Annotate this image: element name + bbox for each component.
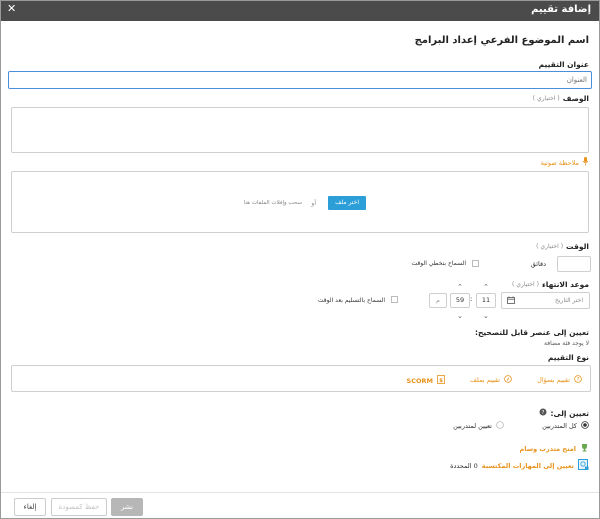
drag-drop-label: سحب وإفلات الملفات هنا [243,200,302,206]
title-label: عنوان التقييم [538,60,589,69]
assign-skills-link[interactable]: تعيين إلى المهارات المكتسبة [482,462,574,470]
scorm-package-icon: $ [437,375,445,386]
hour-down-icon[interactable]: ⌄ [483,312,489,320]
title-input[interactable] [8,71,592,89]
specific-trainees-label: تعيين لمتدربين [453,422,492,430]
date-input[interactable]: اختر التاريخ [501,292,590,309]
assessment-type-label: نوع التقييم [547,353,589,362]
or-label: أو [311,200,316,207]
deadline-optional: ( اختياري ) [512,281,539,288]
svg-text:$: $ [439,378,443,384]
cancel-button[interactable]: إلغاء [14,498,46,516]
specific-trainees-option[interactable]: تعيين لمتدربين [453,421,504,431]
trophy-icon [580,443,589,454]
radio-selected-icon [581,421,589,431]
assign-to-row: تعيين إلى: ? [539,408,589,418]
voice-note-link[interactable]: ملاحظة صوتية [541,157,589,168]
dialog-titlebar: إضافة تقييم ✕ [1,1,599,21]
paperclip-icon [504,375,512,385]
minute-input[interactable]: 59 [450,293,470,308]
allow-submit-after-time-label: السماح بالتسليم بعد الوقت [317,297,385,304]
publish-button[interactable]: نشر [111,498,143,516]
help-icon[interactable]: ? [539,408,547,418]
description-label-row: الوصف ( اختياري ) [533,94,589,103]
time-label-row: الوقت ( اختياري ) [536,242,589,251]
save-draft-button[interactable]: حفظ كمسودة [51,498,107,516]
radio-unselected-icon [496,421,504,431]
svg-text:?: ? [577,377,580,383]
dialog-title: إضافة تقييم [531,4,591,15]
assign-to-label: تعيين إلى: [550,408,589,418]
time-optional: ( اختياري ) [536,243,564,250]
minutes-label: دقائق [530,260,546,268]
award-badge-label: امنح متدرب وسام [519,444,576,453]
svg-text:?: ? [542,410,545,416]
skills-certificate-icon [578,459,589,473]
time-minutes-input[interactable] [557,256,591,272]
close-icon[interactable]: ✕ [7,2,16,15]
no-category-text: لا يوجد فئة مضافة [544,340,589,347]
add-assessment-dialog: إضافة تقييم ✕ اسم الموضوع الفرعي إعداد ا… [0,0,600,519]
allow-submit-after-time-checkbox[interactable] [391,296,398,303]
footer-divider [1,492,599,493]
time-label: الوقت [566,242,589,251]
type-question-label: تقييم بسؤال [537,376,570,384]
deadline-label: موعد الانتهاء [541,280,589,289]
type-file-label: تقييم بملف [470,376,500,384]
type-scorm[interactable]: $ SCORM [407,375,445,386]
date-placeholder: اختر التاريخ [555,297,583,304]
allow-exceed-time-label: السماح بتخطي الوقت [411,260,466,267]
description-optional: ( اختياري ) [532,95,560,102]
type-scorm-label: SCORM [406,376,433,385]
all-trainees-option[interactable]: كل المتدربين [542,421,589,431]
all-trainees-label: كل المتدربين [542,422,577,430]
description-label: الوصف [562,94,589,103]
file-dropzone[interactable]: اختر ملف أو سحب وإفلات الملفات هنا [11,171,589,233]
deadline-label-row: موعد الانتهاء ( اختياري ) [512,280,589,289]
description-textarea[interactable] [11,107,589,153]
ampm-toggle[interactable]: م [429,293,447,308]
assessment-type-box: ? تقييم بسؤال تقييم بملف $ SCORM [11,365,591,392]
hour-input[interactable]: 11 [476,293,496,308]
microphone-icon [582,157,589,168]
choose-file-button[interactable]: اختر ملف [328,196,366,210]
minute-down-icon[interactable]: ⌄ [457,312,463,320]
award-badge-link[interactable]: امنح متدرب وسام [520,443,589,454]
voice-note-label: ملاحظة صوتية [540,158,579,167]
question-mark-icon: ? [574,375,582,385]
hour-up-icon[interactable]: ⌃ [483,283,489,291]
subtopic-heading: اسم الموضوع الفرعي إعداد البرامج [414,35,589,46]
minute-up-icon[interactable]: ⌃ [457,283,463,291]
type-question[interactable]: ? تقييم بسؤال [537,375,582,385]
assign-skills-row: تعيين إلى المهارات المكتسبة 0 المحددة [450,459,589,473]
selected-count: 0 المحددة [450,462,478,470]
type-file[interactable]: تقييم بملف [470,375,512,385]
calendar-icon[interactable] [507,296,515,306]
assign-grading-label: تعيين إلى عنصر قابل للتصحيح: [474,328,589,337]
allow-exceed-time-checkbox[interactable] [472,260,479,267]
time-separator: : [470,295,473,303]
